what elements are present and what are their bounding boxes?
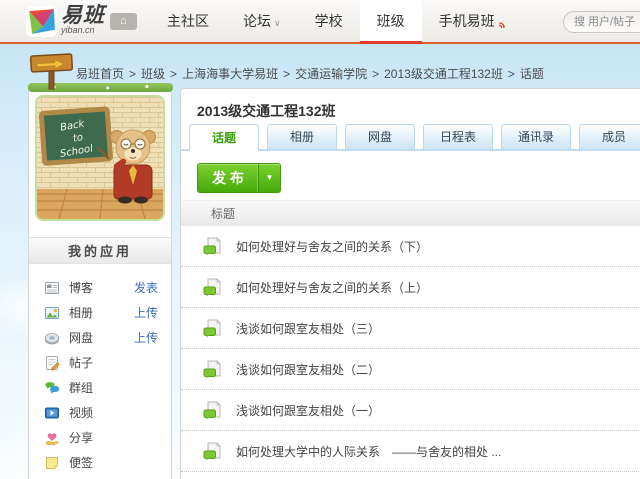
nav-item-main-community[interactable]: 主社区: [150, 0, 226, 42]
breadcrumb-separator: >: [508, 67, 515, 81]
sidebar-item-note[interactable]: 便签: [29, 450, 171, 475]
topic-table-header: 标题: [181, 200, 640, 226]
video-icon: [44, 405, 60, 421]
topic-row[interactable]: 如何处理好与舍友之间的关系（上）: [181, 267, 640, 308]
breadcrumb-link[interactable]: 2013级交通工程132班: [384, 67, 503, 81]
tab-bar: 话题相册网盘日程表通讯录成员: [189, 124, 640, 151]
breadcrumb-current: 话题: [520, 67, 544, 81]
breadcrumb-link[interactable]: 上海海事大学易班: [182, 67, 278, 81]
sidebar: Back to School: [28, 88, 172, 479]
nav-item-school[interactable]: 学校: [298, 0, 360, 42]
signal-icon: [496, 5, 508, 17]
sidebar-item-video[interactable]: 视频: [29, 400, 171, 425]
chevron-down-icon: ∨: [274, 18, 281, 28]
classroom-bear-illustration: Back to School: [35, 95, 165, 221]
topic-row[interactable]: 浅谈如何跟室友相处（一）: [181, 390, 640, 431]
breadcrumb-link[interactable]: 交通运输学院: [295, 67, 367, 81]
signpost-icon: [27, 49, 77, 93]
sidebar-item-label: 视频: [69, 404, 158, 421]
album-icon: [44, 305, 60, 321]
topic-icon: [203, 236, 223, 256]
nav-item-label: 班级: [377, 13, 405, 29]
sidebar-item-label: 群组: [69, 379, 158, 396]
my-apps-header: 我的应用: [29, 237, 171, 264]
group-icon: [44, 380, 60, 396]
topic-title: 如何处理好与舍友之间的关系（上）: [236, 279, 428, 296]
nav-item-label: 手机易班: [439, 13, 495, 29]
board-caption-line2: to: [72, 132, 84, 145]
nav-item-label: 主社区: [167, 13, 209, 29]
app-action-link[interactable]: 发表: [134, 279, 158, 296]
topic-row[interactable]: 如何处理好与舍友之间的关系（下）: [181, 226, 640, 267]
search-input[interactable]: [563, 11, 640, 33]
page-title: 2013级交通工程132班: [197, 101, 336, 121]
topic-title: 浅谈如何跟室友相处（二）: [236, 361, 380, 378]
breadcrumb-separator: >: [372, 67, 379, 81]
nav-item-label: 学校: [315, 13, 343, 29]
tab-netdisk[interactable]: 网盘: [345, 124, 415, 149]
topic-row[interactable]: 如何处理大学中的人际关系 ——与舍友的相处 ...: [181, 431, 640, 472]
sidebar-item-share[interactable]: 分享: [29, 425, 171, 450]
tab-members[interactable]: 成员: [579, 124, 640, 149]
topic-title: 浅谈如何跟室友相处（三）: [236, 320, 380, 337]
main-panel: 2013级交通工程132班 话题相册网盘日程表通讯录成员 发 布 ▼ 标题 如何…: [180, 88, 640, 479]
sidebar-item-label: 网盘: [69, 329, 134, 346]
publish-button[interactable]: 发 布 ▼: [197, 163, 281, 193]
sidebar-item-blog[interactable]: 博客发表: [29, 275, 171, 300]
topic-icon: [203, 441, 223, 461]
topic-icon: [203, 400, 223, 420]
my-apps-list: 博客发表相册上传网盘上传帖子群组视频分享便签: [29, 275, 171, 475]
breadcrumb-separator: >: [170, 67, 177, 81]
nav-item-label: 论坛: [243, 13, 271, 29]
breadcrumb-separator: >: [283, 67, 290, 81]
yiban-logo[interactable]: 易班 yiban.cn: [26, 6, 105, 37]
sidebar-item-groups[interactable]: 群组: [29, 375, 171, 400]
yiban-class-page: 易班 yiban.cn ⌂ 主社区论坛∨学校班级手机易班 易班首页>班级>上海海…: [0, 0, 640, 479]
breadcrumb-separator: >: [129, 67, 136, 81]
home-icon[interactable]: ⌂: [110, 13, 137, 30]
breadcrumb-link[interactable]: 班级: [141, 67, 165, 81]
nav-item-class[interactable]: 班级: [360, 0, 422, 42]
blog-icon: [44, 280, 60, 296]
title-column-header: 标题: [211, 201, 235, 227]
tab-topics[interactable]: 话题: [189, 124, 259, 151]
topic-list: 如何处理好与舍友之间的关系（下） 如何处理好与舍友之间的关系（上） 浅谈如何跟室友相…: [181, 226, 640, 472]
topic-row[interactable]: 浅谈如何跟室友相处（三）: [181, 308, 640, 349]
share-icon: [44, 430, 60, 446]
app-action-link[interactable]: 上传: [134, 329, 158, 346]
note-icon: [44, 455, 60, 471]
logo-title: 易班: [61, 6, 105, 26]
topic-title: 如何处理大学中的人际关系 ——与舍友的相处 ...: [236, 443, 501, 460]
topic-icon: [203, 277, 223, 297]
topic-title: 如何处理好与舍友之间的关系（下）: [236, 238, 428, 255]
app-action-link[interactable]: 上传: [134, 304, 158, 321]
tab-contacts[interactable]: 通讯录: [501, 124, 571, 149]
top-bar: 易班 yiban.cn ⌂ 主社区 论坛∨ 学校 班级 手机易班: [0, 0, 640, 44]
sidebar-item-label: 帖子: [69, 354, 158, 371]
caret-down-icon[interactable]: ▼: [258, 164, 280, 192]
tab-schedule[interactable]: 日程表: [423, 124, 493, 149]
sidebar-item-label: 博客: [69, 279, 134, 296]
topic-title: 浅谈如何跟室友相处（一）: [236, 402, 380, 419]
sidebar-item-posts[interactable]: 帖子: [29, 350, 171, 375]
logo-subtitle: yiban.cn: [61, 26, 105, 35]
topic-row[interactable]: 浅谈如何跟室友相处（二）: [181, 349, 640, 390]
publish-button-label: 发 布: [198, 164, 258, 192]
sidebar-item-album[interactable]: 相册上传: [29, 300, 171, 325]
nav-item-mobile-yiban[interactable]: 手机易班: [422, 0, 512, 42]
yiban-logo-icon: [26, 6, 57, 37]
nav-item-forum[interactable]: 论坛∨: [226, 0, 298, 42]
top-nav: 主社区 论坛∨ 学校 班级 手机易班: [150, 0, 512, 42]
breadcrumb-link[interactable]: 易班首页: [76, 67, 124, 81]
sidebar-item-label: 相册: [69, 304, 134, 321]
sidebar-item-label: 分享: [69, 429, 158, 446]
topic-icon: [203, 359, 223, 379]
sidebar-item-label: 便签: [69, 454, 158, 471]
sidebar-item-netdisk[interactable]: 网盘上传: [29, 325, 171, 350]
post-icon: [44, 355, 60, 371]
netdisk-icon: [44, 330, 60, 346]
tab-album[interactable]: 相册: [267, 124, 337, 149]
topic-icon: [203, 318, 223, 338]
breadcrumb: 易班首页 > 班级 > 上海海事大学易班 > 交通运输学院 >2013级交通工程132班 > 话题: [76, 65, 544, 82]
